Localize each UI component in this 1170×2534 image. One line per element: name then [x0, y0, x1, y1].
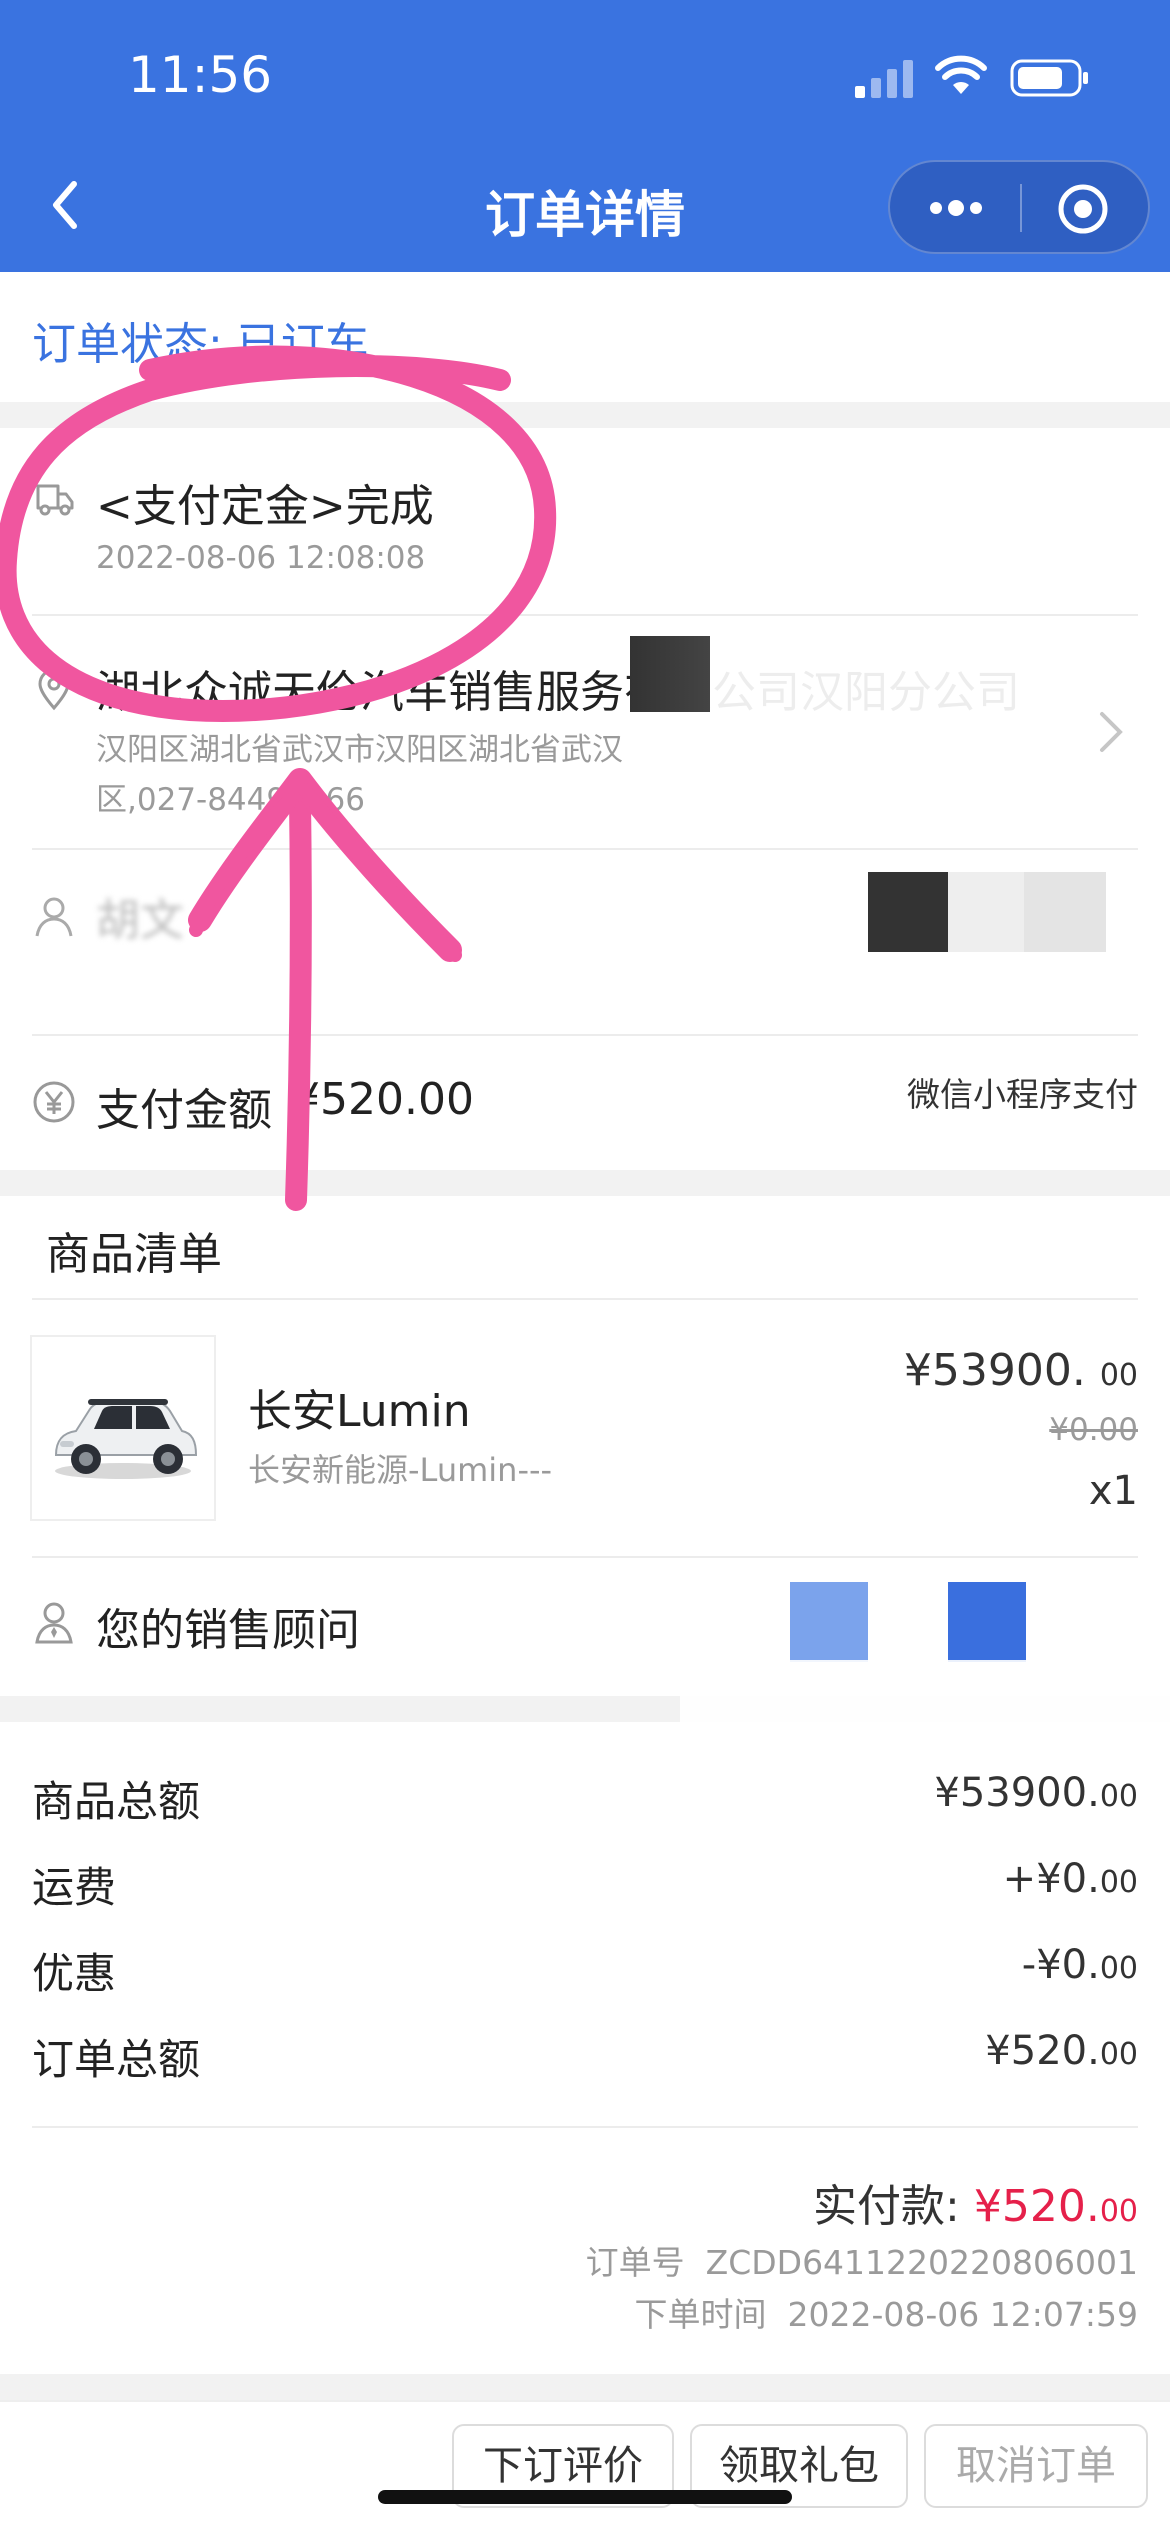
order-number-value: ZCDD6411220220806001	[705, 2243, 1138, 2282]
summary-value-cents: 00	[1099, 1779, 1138, 1814]
summary-value-discount: -¥0.00	[1022, 1942, 1138, 1988]
section-gap	[0, 1170, 1170, 1196]
progress-time: 2022-08-06 12:08:08	[96, 540, 426, 576]
more-icon[interactable]	[924, 190, 988, 226]
car-image	[54, 1399, 198, 1479]
redaction-block	[680, 1660, 1170, 1740]
summary-label-total: 订单总额	[32, 2035, 201, 2084]
summary-label-subtotal: 商品总额	[32, 1777, 201, 1826]
payment-method: 微信小程序支付	[907, 1075, 1138, 1114]
order-time: 下单时间 2022-08-06 12:07:59	[635, 2288, 1138, 2336]
capsule-divider	[1020, 184, 1022, 232]
battery-icon	[1010, 59, 1088, 97]
summary-label-shipping: 运费	[32, 1863, 117, 1912]
cancel-order-button[interactable]: 取消订单	[924, 2424, 1148, 2508]
payment-amount: ¥520.00	[292, 1074, 474, 1125]
product-quantity: x1	[1088, 1468, 1138, 1514]
order-status: 订单状态: 已订车	[32, 319, 369, 370]
summary-value-main: +¥0.	[1002, 1856, 1100, 1902]
summary-value-main: ¥53900.	[934, 1770, 1100, 1816]
divider	[32, 1034, 1138, 1036]
summary-value-total: ¥520.00	[985, 2028, 1138, 2074]
dealer-address: 汉阳区湖北省武汉市汉阳区湖北省武汉	[96, 732, 623, 768]
redaction-block	[710, 636, 1070, 714]
redaction-block	[868, 872, 948, 952]
close-miniprogram-icon[interactable]	[1056, 182, 1110, 236]
order-time-value: 2022-08-06 12:07:59	[787, 2295, 1138, 2334]
progress-step: <支付定金>完成	[96, 481, 434, 532]
redaction-block	[1024, 872, 1106, 952]
product-image	[30, 1335, 216, 1521]
paid-cents: 00	[1099, 2194, 1138, 2229]
summary-value-cents: 00	[1099, 1865, 1138, 1900]
order-number-label: 订单号	[585, 2243, 685, 2282]
section-gap	[0, 402, 1170, 428]
chevron-right-icon	[1100, 712, 1123, 752]
advisor-label: 您的销售顾问	[96, 1605, 360, 1656]
product-list-title: 商品清单	[46, 1229, 222, 1280]
product-subtitle: 长安新能源-Lumin---	[248, 1451, 553, 1489]
product-name: 长安Lumin	[248, 1386, 471, 1437]
divider	[32, 614, 1138, 616]
user-icon	[35, 897, 73, 937]
nav-header: 11:56 订单详情	[0, 0, 1170, 272]
advisor-icon	[35, 1602, 73, 1644]
yuan-coin-icon	[33, 1081, 75, 1123]
wifi-icon	[935, 55, 987, 94]
truck-icon	[36, 484, 74, 516]
order-number: 订单号 ZCDD6411220220806001	[586, 2236, 1138, 2284]
redaction-block	[630, 636, 710, 712]
redaction-block	[948, 872, 1024, 952]
paid-main: ¥520.	[973, 2181, 1100, 2232]
location-icon	[38, 668, 70, 711]
product-price-main: ¥53900.	[903, 1345, 1086, 1396]
dealer-phone: 区,027-84498866	[96, 782, 365, 818]
summary-value-main: ¥520.	[985, 2028, 1100, 2074]
status-time: 11:56	[128, 46, 273, 104]
cell-signal-icon	[855, 60, 913, 98]
paid-amount: 实付款: ¥520.00	[813, 2170, 1138, 2234]
home-indicator	[378, 2490, 792, 2504]
summary-value-cents: 00	[1099, 2037, 1138, 2072]
product-price: ¥53900. 00	[904, 1345, 1138, 1396]
product-original-price: ¥0.00	[1049, 1412, 1138, 1448]
divider	[32, 1556, 1138, 1558]
paid-label: 实付款:	[813, 2181, 960, 2232]
miniprogram-capsule	[888, 160, 1150, 254]
order-time-label: 下单时间	[634, 2295, 767, 2334]
divider	[32, 848, 1138, 850]
section-gap	[0, 2374, 1170, 2400]
customer-name: 胡文	[96, 895, 184, 946]
summary-value-cents: 00	[1099, 1951, 1138, 1986]
summary-value-shipping: +¥0.00	[1003, 1856, 1138, 1902]
redaction-block	[630, 716, 730, 776]
summary-value-main: -¥0.	[1021, 1942, 1100, 1988]
product-price-cents: 00	[1099, 1358, 1138, 1393]
summary-label-discount: 优惠	[32, 1949, 117, 1998]
divider	[32, 2126, 1138, 2128]
bottom-action-bar: 下订评价 领取礼包 取消订单	[0, 2400, 1170, 2534]
divider	[32, 1298, 1138, 1300]
redaction-block	[790, 1582, 868, 1662]
summary-value-subtotal: ¥53900.00	[934, 1770, 1138, 1816]
payment-label: 支付金额	[96, 1085, 272, 1136]
redaction-block	[948, 1582, 1026, 1662]
